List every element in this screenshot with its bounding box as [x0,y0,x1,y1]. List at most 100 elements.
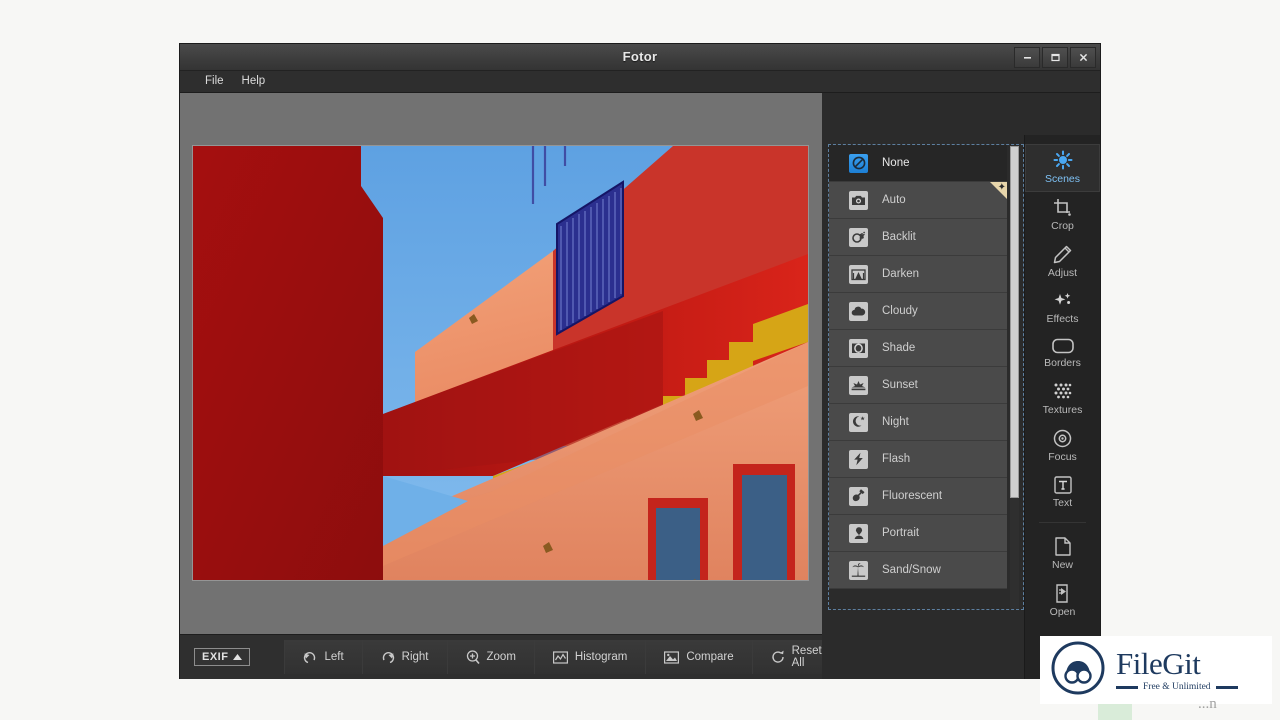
tagline-rule-right [1216,686,1238,689]
histogram-icon [553,651,568,664]
tab-label: Textures [1043,404,1083,416]
screen: Fotor [0,0,1280,720]
rotate-left-label: Left [324,651,343,663]
portrait-icon [849,524,868,543]
open-file-icon [1054,584,1072,603]
camera-icon [849,191,868,210]
photo-artwork [193,146,808,580]
scene-item-shade[interactable]: Shade [829,330,1007,367]
tab-label: Effects [1047,313,1079,325]
edited-photo[interactable] [193,146,808,580]
scene-label: Sunset [882,379,918,391]
scene-label: None [882,157,910,169]
right-column: Fotor Pro Home [822,93,1100,679]
bulb-icon [849,487,868,506]
filegit-wordmark: FileGit Free & Unlimited [1116,648,1238,692]
tab-text[interactable]: Text [1025,470,1100,516]
canvas-pane: EXIF Le [180,93,822,679]
menu-help[interactable]: Help [233,71,275,92]
target-icon [1053,429,1072,448]
maximize-icon [1050,52,1061,63]
maximize-button[interactable] [1042,47,1068,68]
no-entry-icon [849,154,868,173]
scene-item-fluorescent[interactable]: Fluorescent [829,478,1007,515]
scene-item-sand-snow[interactable]: Sand/Snow [829,552,1007,589]
zoom-button[interactable]: Zoom [448,640,535,674]
minimize-button[interactable] [1014,47,1040,68]
shade-icon [849,339,868,358]
watermark-sub-text: ...n [1198,696,1217,713]
scene-item-backlit[interactable]: Backlit [829,219,1007,256]
rotate-right-button[interactable]: Right [363,640,448,674]
button-open[interactable]: Open [1025,578,1100,625]
rotate-right-icon [381,651,395,664]
rotate-left-button[interactable]: Left [284,640,362,674]
scene-label: Flash [882,453,910,465]
scene-label: Auto [882,194,906,206]
button-label: Open [1050,606,1076,618]
text-box-icon [1054,476,1072,494]
compare-image-icon [664,651,679,664]
close-button[interactable] [1070,47,1096,68]
filegit-watermark: FileGit Free & Unlimited [1040,636,1272,704]
fotor-window: Fotor [180,44,1100,678]
histogram-button[interactable]: Histogram [535,640,646,674]
lightning-icon [849,450,868,469]
tab-label: Text [1053,497,1072,509]
zoom-plus-icon [466,650,480,664]
button-new[interactable]: New [1025,531,1100,578]
tab-borders[interactable]: Borders [1025,332,1100,376]
tab-effects[interactable]: Effects [1025,286,1100,332]
scene-item-auto[interactable]: Auto ✦ [829,182,1007,219]
scenes-scrollbar[interactable] [1010,146,1019,609]
exif-button[interactable]: EXIF [194,648,250,666]
scene-label: Sand/Snow [882,564,941,576]
scenes-list: None Auto [829,145,1007,589]
tab-scenes[interactable]: Scenes [1025,144,1100,192]
histogram-label: Histogram [575,651,627,663]
rotate-right-label: Right [402,651,429,663]
rotate-left-icon [303,651,317,664]
window-body: EXIF Le [180,93,1100,679]
scene-item-darken[interactable]: Darken [829,256,1007,293]
star-icon: ✦ [998,182,1006,193]
scene-label: Fluorescent [882,490,942,502]
filegit-tagline: Free & Unlimited [1116,682,1238,692]
filegit-logo-icon [1050,640,1106,701]
scene-item-cloudy[interactable]: Cloudy [829,293,1007,330]
compare-button[interactable]: Compare [646,640,752,674]
scene-item-portrait[interactable]: Portrait [829,515,1007,552]
tab-adjust[interactable]: Adjust [1025,239,1100,286]
scene-label: Backlit [882,231,916,243]
darken-icon [849,265,868,284]
sun-burst-icon [1053,150,1073,170]
canvas-stage[interactable] [180,93,822,634]
close-icon [1078,52,1089,63]
scene-item-night[interactable]: Night [829,404,1007,441]
tab-focus[interactable]: Focus [1025,423,1100,470]
view-tools: Left Right [284,640,840,674]
bottom-toolbar: EXIF Le [180,634,822,679]
tab-label: Focus [1048,451,1077,463]
tab-crop[interactable]: Crop [1025,192,1100,239]
menu-bar: File Help [180,71,1100,93]
tagline-rule-left [1116,686,1138,689]
moon-icon [849,413,868,432]
sunset-icon [849,376,868,395]
scene-item-sunset[interactable]: Sunset [829,367,1007,404]
menu-file[interactable]: File [196,71,233,92]
scene-label: Shade [882,342,915,354]
reset-all-label: Reset All [792,645,822,669]
right-toolbar: Scenes Crop [1024,135,1100,679]
palm-tree-icon [849,561,868,580]
scenes-scrollbar-thumb[interactable] [1010,146,1019,498]
reset-icon [771,650,785,664]
tab-textures[interactable]: Textures [1025,376,1100,423]
toolbar-divider [1039,522,1086,523]
zoom-label: Zoom [487,651,516,663]
backlight-icon [849,228,868,247]
minimize-icon [1022,52,1033,63]
scene-label: Cloudy [882,305,918,317]
scene-item-flash[interactable]: Flash [829,441,1007,478]
scene-item-none[interactable]: None [829,145,1007,182]
